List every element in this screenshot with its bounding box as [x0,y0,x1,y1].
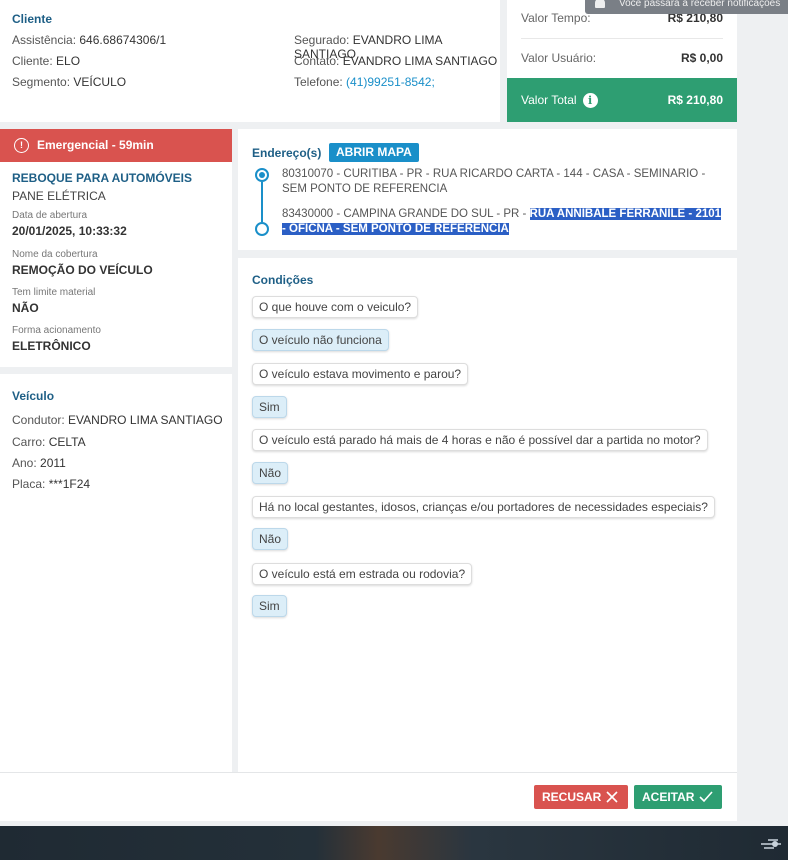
veiculo-title: Veículo [12,389,55,403]
condicoes-title: Condições [252,273,314,287]
footer-actions: RECUSAR ACEITAR [0,772,737,821]
valor-total: R$ 210,80 [667,93,723,107]
valor-total-label: Valor Total [521,93,577,107]
assistencia-row: Assistência: 646.68674306/1 [12,33,167,47]
route-line [261,182,263,222]
abertura-label: Data de abertura [12,210,88,221]
cobertura-label: Nome da cobertura [12,249,98,260]
placa-row: Placa: ***1F24 [12,477,91,491]
servico-title: REBOQUE PARA AUTOMÓVEIS [12,171,193,185]
veiculo-card: Veículo Condutor: EVANDRO LIMA SANTIAGO … [0,374,232,772]
condicao-answer: Não [252,528,289,550]
emergencia-text: Emergencial - 59min [37,138,154,152]
aceitar-label: ACEITAR [642,790,695,804]
forma-value: ELETRÔNICO [12,339,91,353]
endereco-destino: 83430000 - CAMPINA GRANDE DO SUL - PR - … [282,207,722,237]
x-icon [606,791,618,803]
condicao-question: O que houve com o veiculo? [252,296,419,318]
valor-total-row: Valor Total i R$ 210,80 [507,78,737,122]
forma-label: Forma acionamento [12,325,101,336]
condutor-row: Condutor: EVANDRO LIMA SANTIAGO [12,413,223,427]
valor-usuario: R$ 0,00 [680,51,723,65]
condicao-question: Há no local gestantes, idosos, crianças … [252,496,715,518]
valor-tempo-label: Valor Tempo: [521,11,591,25]
valor-usuario-row: Valor Usuário: R$ 0,00 [521,38,723,78]
emergencia-badge: ! Emergencial - 59min [0,129,232,162]
condicao-answer: Sim [252,595,287,617]
endereco-origem: 80310070 - CURITIBA - PR - RUA RICARDO C… [282,168,706,195]
valores-card: Valor Tempo: R$ 210,80 Valor Usuário: R$… [507,0,737,122]
cliente-card: Cliente Assistência: 646.68674306/1 Clie… [0,0,500,122]
network-icon[interactable] [760,836,782,852]
condicao-question: O veículo estava movimento e parou? [252,363,469,385]
ano-row: Ano: 2011 [12,456,66,470]
condicao-question: O veículo está em estrada ou rodovia? [252,563,473,585]
telefone-link[interactable]: (41)99251-8542; [346,75,435,89]
limite-label: Tem limite material [12,287,96,298]
enderecos-card: Endereço(s) ABRIR MAPA 80310070 - CURITI… [238,129,737,250]
valor-total-label-wrap: Valor Total i [521,78,598,122]
cliente-row: Cliente: ELO [12,54,81,68]
aceitar-button[interactable]: ACEITAR [634,785,722,809]
recusar-label: RECUSAR [542,790,602,804]
contato-row: Contato: EVANDRO LIMA SANTIAGO [294,54,498,68]
info-icon[interactable]: i [582,93,598,109]
notification-toast[interactable]: Você passará a receber notificações [585,0,788,14]
condicao-answer: O veículo não funciona [252,329,389,351]
condicoes-card: Condições O que houve com o veiculo? O v… [238,258,737,772]
alert-circle-icon: ! [14,138,29,153]
origin-pin-icon [255,168,269,182]
recusar-button[interactable]: RECUSAR [534,785,628,809]
condicao-question: O veículo está parado há mais de 4 horas… [252,429,708,451]
telefone-row: Telefone: (41)99251-8542; [294,75,435,89]
abrir-mapa-button[interactable]: ABRIR MAPA [329,143,419,162]
problema-text: PANE ELÉTRICA [12,189,106,203]
bell-icon [595,0,605,9]
condicao-answer: Sim [252,396,287,418]
notification-text: Você passará a receber notificações [619,0,781,9]
condicao-answer: Não [252,462,289,484]
taskbar [0,826,788,860]
enderecos-title: Endereço(s) [252,146,322,160]
abertura-value: 20/01/2025, 10:33:32 [12,224,127,238]
valor-usuario-label: Valor Usuário: [521,51,597,65]
cliente-title: Cliente [12,12,53,26]
destination-pin-icon [255,222,269,236]
endereco-destino-prefix: 83430000 - CAMPINA GRANDE DO SUL - PR - [282,208,530,220]
limite-value: NÃO [12,301,39,315]
segmento-row: Segmento: VEÍCULO [12,75,127,89]
check-icon [699,791,713,803]
carro-row: Carro: CELTA [12,435,86,449]
cobertura-value: REMOÇÃO DO VEÍCULO [12,263,153,277]
servico-card: ! Emergencial - 59min REBOQUE PARA AUTOM… [0,129,232,367]
